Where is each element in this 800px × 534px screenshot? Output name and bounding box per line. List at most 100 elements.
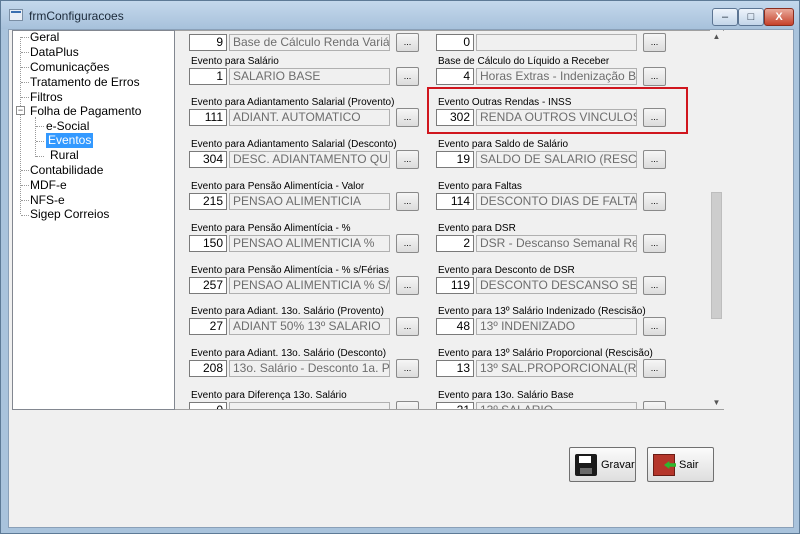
lookup-button[interactable]: ... [396,276,419,295]
event-code-input[interactable]: 2 [436,235,474,252]
lookup-button[interactable]: ... [643,192,666,211]
lookup-button[interactable]: ... [396,401,419,409]
floppy-disk-icon [575,454,597,476]
event-code-input[interactable]: 9 [189,34,227,51]
event-code-input[interactable]: 19 [436,151,474,168]
annotation-highlight-box [427,87,688,134]
tree-connector-child [35,117,36,157]
event-code-input[interactable]: 13 [436,360,474,377]
tree-branch [21,67,29,68]
event-code-input[interactable]: 150 [189,235,227,252]
tree-item-folha-pagamento[interactable]: Folha de Pagamento [30,104,141,119]
lookup-button[interactable]: ... [396,359,419,378]
tree-branch [21,170,29,171]
field-adiant-provento: Evento para Adiantamento Salarial (Prove… [187,95,428,131]
event-code-input[interactable]: 215 [189,193,227,210]
event-code-input[interactable]: 21 [436,402,474,409]
lookup-button[interactable]: ... [643,67,666,86]
event-description: 13º SALARIO [476,402,637,409]
maximize-button[interactable]: □ [738,8,764,26]
tree-branch [21,97,29,98]
field-label: Base de Cálculo do Líquido a Receber [438,56,610,67]
field-label: Evento para Diferença 13o. Salário [191,390,347,401]
event-code-input[interactable]: 119 [436,277,474,294]
tree-item-geral[interactable]: Geral [30,30,59,45]
lookup-button[interactable]: ... [643,150,666,169]
field-pensao-percent: Evento para Pensão Alimentícia - % 150 P… [187,221,428,257]
event-description: Horas Extras - Indenização Banco [476,68,637,85]
field-faltas: Evento para Faltas 114 DESCONTO DIAS DE … [434,179,675,215]
event-code-input[interactable]: 48 [436,318,474,335]
field-saldo-salario: Evento para Saldo de Salário 19 SALDO DE… [434,137,675,173]
tree-item-filtros[interactable]: Filtros [30,90,63,105]
close-button[interactable]: X [764,8,794,26]
lookup-button[interactable]: ... [643,276,666,295]
tree-item-nfse[interactable]: NFS-e [30,193,65,208]
lookup-button[interactable]: ... [396,317,419,336]
lookup-button[interactable]: ... [396,192,419,211]
scroll-up-icon[interactable]: ▲ [710,30,723,43]
event-description: SALARIO BASE [229,68,390,85]
event-description: SALDO DE SALARIO (RESCISÃO) [476,151,637,168]
lookup-button[interactable]: ... [643,317,666,336]
scrollbar-thumb[interactable] [711,192,722,319]
event-code-input[interactable]: 304 [189,151,227,168]
event-code-input[interactable]: 1 [189,68,227,85]
collapse-icon[interactable]: − [16,106,25,115]
tree-branch [36,126,44,127]
event-code-input[interactable]: 27 [189,318,227,335]
title-bar[interactable]: frmConfiguracoes – □ X [1,1,799,29]
event-description: 13º INDENIZADO [476,318,637,335]
event-description [476,34,637,51]
field-label: Evento para Salário [191,56,279,67]
event-code-input[interactable]: 208 [189,360,227,377]
event-code-input[interactable]: 111 [189,109,227,126]
event-code-input[interactable]: 0 [189,402,227,409]
lookup-button[interactable]: ... [643,33,666,52]
field-label: Evento para Desconto de DSR [438,265,575,276]
lookup-button[interactable]: ... [396,67,419,86]
tree-item-esocial[interactable]: e-Social [46,119,89,134]
lookup-button[interactable]: ... [396,150,419,169]
vertical-scrollbar[interactable]: ▲ ▼ [710,30,723,409]
event-description: DESCONTO DESCANSO SEMANAL [476,277,637,294]
field-label: Evento para DSR [438,223,516,234]
tree-item-eventos[interactable]: Eventos [46,133,94,148]
window-title: frmConfiguracoes [29,9,124,23]
lookup-button[interactable]: ... [643,234,666,253]
field-label: Evento para Pensão Alimentícia - Valor [191,181,365,192]
minimize-button[interactable]: – [712,8,738,26]
field-label: Evento para Pensão Alimentícia - % [191,223,351,234]
scroll-down-icon[interactable]: ▼ [710,396,723,409]
event-description: ADIANT. AUTOMATICO [229,109,390,126]
field-diferenca-13: Evento para Diferença 13o. Salário 0 ... [187,388,428,409]
event-description: PENSAO ALIMENTICIA % [229,235,390,252]
event-code-input[interactable]: 4 [436,68,474,85]
event-description: PENSAO ALIMENTICIA [229,193,390,210]
lookup-button[interactable]: ... [396,234,419,253]
tree-item-tratamento-erros[interactable]: Tratamento de Erros [30,75,140,90]
tree-item-sigep-correios[interactable]: Sigep Correios [30,207,109,222]
event-code-input[interactable]: 0 [436,34,474,51]
tree-item-contabilidade[interactable]: Contabilidade [30,163,103,178]
tree-branch [21,37,29,38]
lookup-button[interactable]: ... [396,108,419,127]
exit-button[interactable]: Sair [647,447,714,482]
lookup-button[interactable]: ... [643,401,666,409]
tree-item-rural[interactable]: Rural [50,148,79,163]
field-label: Evento para 13º Salário Indenizado (Resc… [438,306,646,317]
save-button[interactable]: Gravar [569,447,636,482]
field-label: Evento para Adiant. 13o. Salário (Proven… [191,306,384,317]
settings-tree[interactable]: Geral DataPlus Comunicações Tratamento d… [12,30,175,410]
field-pensao-ferias: Evento para Pensão Alimentícia - % s/Fér… [187,263,428,299]
event-code-input[interactable]: 114 [436,193,474,210]
lookup-button[interactable]: ... [643,359,666,378]
lookup-button[interactable]: ... [396,33,419,52]
tree-item-comunicacoes[interactable]: Comunicações [30,60,109,75]
event-code-input[interactable]: 257 [189,277,227,294]
exit-door-icon [653,454,675,476]
field-label: Evento para Adiantamento Salarial (Desco… [191,139,397,150]
field-label: Evento para Faltas [438,181,522,192]
tree-item-mdfe[interactable]: MDF-e [30,178,67,193]
tree-item-dataplus[interactable]: DataPlus [30,45,79,60]
